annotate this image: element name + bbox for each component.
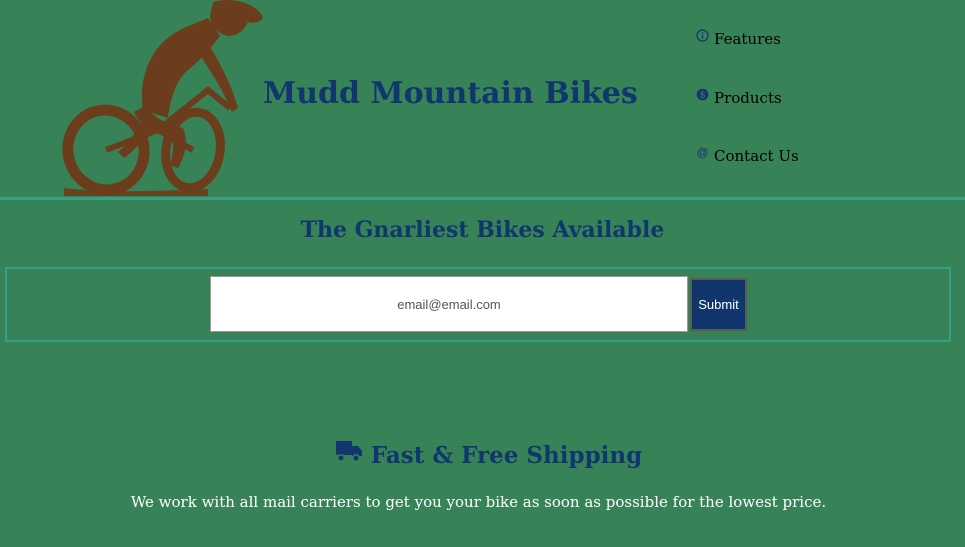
submit-button[interactable]: Submit (690, 278, 747, 331)
truck-icon (335, 440, 362, 462)
at-sign-icon: @ (696, 146, 710, 160)
nav-item-features[interactable]: Features (696, 29, 781, 48)
feature-description: We work with all mail carriers to get yo… (130, 493, 827, 511)
brand-title: Mudd Mountain Bikes (263, 76, 638, 111)
feature-heading: Fast & Free Shipping (370, 442, 643, 469)
nav-item-label: Products (714, 89, 782, 107)
svg-text:@: @ (697, 146, 709, 159)
mountain-biker-logo-icon (62, 0, 263, 196)
svg-text:$: $ (700, 90, 705, 100)
nav-item-contact[interactable]: @ Contact Us (696, 146, 799, 165)
info-circle-icon (696, 29, 710, 43)
hero-title: The Gnarliest Bikes Available (300, 217, 665, 243)
nav-item-products[interactable]: $ Products (696, 88, 782, 107)
landing-page: Mudd Mountain Bikes Features $ Products … (0, 0, 965, 547)
header-divider (0, 197, 965, 200)
email-input[interactable] (210, 276, 688, 332)
nav-item-label: Features (714, 30, 781, 48)
feature-shipping: Fast & Free Shipping (0, 440, 965, 469)
nav-item-label: Contact Us (714, 147, 799, 165)
dollar-circle-icon: $ (696, 88, 710, 102)
